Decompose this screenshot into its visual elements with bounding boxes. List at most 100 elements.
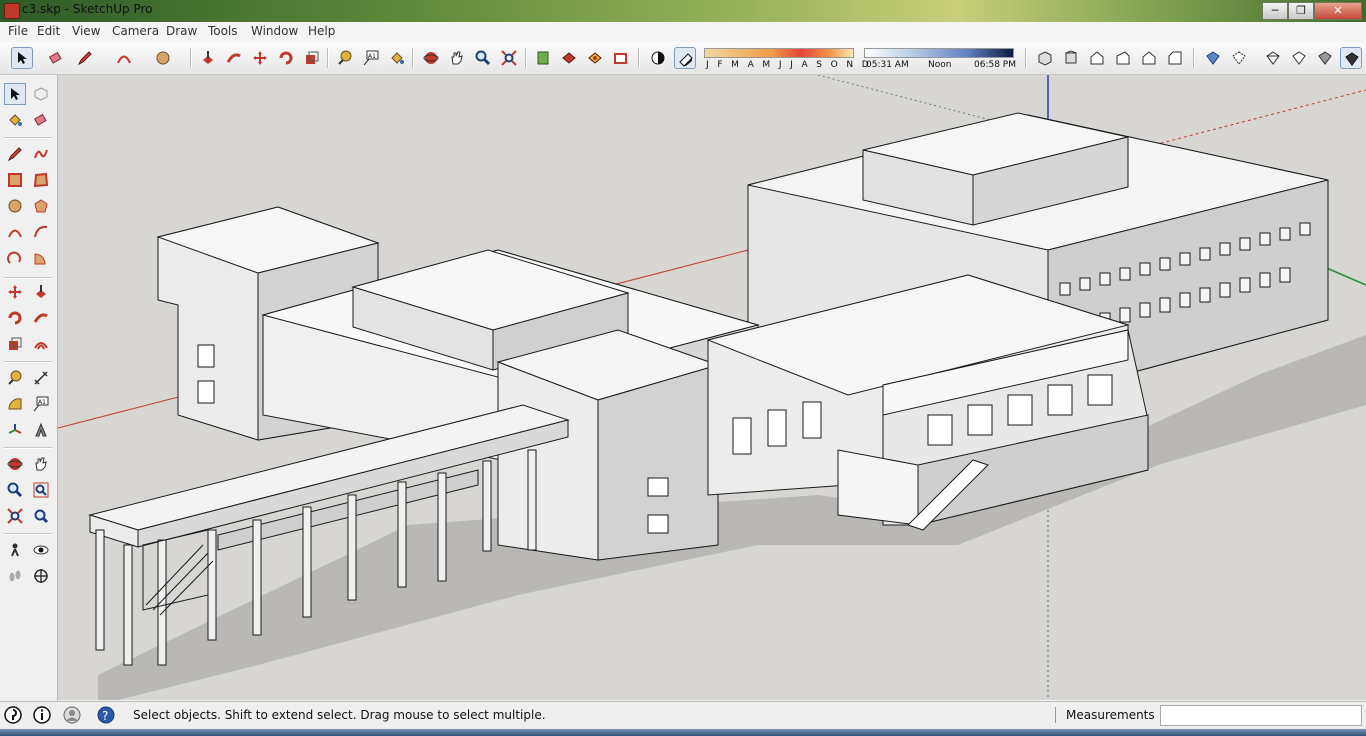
polygon-tool[interactable] (30, 195, 52, 217)
rotate-tool-button[interactable] (275, 47, 297, 69)
main-toolbar: A1 J F M A M J J A S O N D 05:31 AM Noon… (0, 42, 1366, 75)
scale-tool[interactable] (4, 333, 26, 355)
follow-me-tool[interactable] (30, 307, 52, 329)
wireframe-style-button[interactable] (1262, 47, 1284, 69)
monochrome-style-button[interactable] (1340, 47, 1362, 69)
rectangle-tool[interactable] (4, 169, 26, 191)
dimension-tool[interactable] (30, 367, 52, 389)
section-plane-tool[interactable] (30, 565, 52, 587)
paint-bucket-tool[interactable] (4, 109, 26, 131)
follow-me-tool-button[interactable] (223, 47, 245, 69)
previous-view-icon (34, 509, 49, 524)
paint-bucket-tool-button[interactable] (386, 47, 408, 69)
two-point-arc-tool[interactable] (30, 221, 52, 243)
menu-window[interactable]: Window (251, 24, 298, 38)
axes-tool[interactable] (4, 419, 26, 441)
back-edges-style-button[interactable] (1228, 47, 1250, 69)
shaded-style-button[interactable] (1314, 47, 1336, 69)
xray-style-button[interactable] (1202, 47, 1224, 69)
push-pull-tool[interactable] (30, 281, 52, 303)
text-label-icon: A1 (33, 396, 49, 412)
zoom-window-tool[interactable] (30, 479, 52, 501)
toolbar-separator (4, 137, 52, 139)
tape-measure-tool[interactable] (4, 367, 26, 389)
extension-warehouse-button[interactable] (610, 47, 632, 69)
scale-tool-button[interactable] (301, 47, 323, 69)
time-slider-track[interactable] (864, 48, 1014, 58)
tape-measure-tool-button[interactable] (334, 47, 356, 69)
menu-file[interactable]: File (8, 24, 28, 38)
pencil-tool-button[interactable] (74, 47, 96, 69)
zoom-extents-tool-button[interactable] (498, 47, 520, 69)
model-canvas[interactable] (58, 75, 1366, 700)
circle-tool-button[interactable] (152, 47, 174, 69)
orbit-tool-button[interactable] (420, 47, 442, 69)
look-around-tool[interactable] (30, 539, 52, 561)
move-tool[interactable] (4, 281, 26, 303)
zoom-tool[interactable] (4, 479, 26, 501)
model-viewport[interactable] (58, 75, 1366, 700)
get-models-button[interactable] (532, 47, 554, 69)
menu-tools[interactable]: Tools (208, 24, 238, 38)
menu-help[interactable]: Help (308, 24, 335, 38)
push-pull-tool-button[interactable] (197, 47, 219, 69)
credits-icon[interactable] (33, 706, 51, 724)
eye-icon (33, 545, 49, 555)
move-tool-button[interactable] (249, 47, 271, 69)
rotate-tool[interactable] (4, 307, 26, 329)
pie-tool[interactable] (30, 247, 52, 269)
eraser-tool[interactable] (30, 109, 52, 131)
geolocation-icon[interactable] (4, 706, 22, 724)
pan-tool[interactable] (30, 453, 52, 475)
circle-tool[interactable] (4, 195, 26, 217)
tape-measure-icon (8, 370, 22, 385)
date-slider-track[interactable] (704, 48, 854, 58)
orbit-tool[interactable] (4, 453, 26, 475)
arc-tool-button[interactable] (113, 47, 135, 69)
maximize-button[interactable]: ❐ (1288, 2, 1314, 20)
make-component-tool[interactable] (30, 83, 52, 105)
offset-tool[interactable] (30, 333, 52, 355)
3d-text-tool[interactable] (30, 419, 52, 441)
hidden-line-style-button[interactable] (1288, 47, 1310, 69)
text-tool[interactable]: A1 (30, 393, 52, 415)
zoom-extents-tool[interactable] (4, 505, 26, 527)
select-tool-button[interactable] (11, 47, 33, 69)
previous-view-tool[interactable] (30, 505, 52, 527)
close-button[interactable]: ✕ (1314, 2, 1362, 20)
text-tool-button[interactable]: A1 (360, 47, 382, 69)
left-view-button[interactable] (1164, 47, 1186, 69)
fog-toggle-button[interactable] (647, 47, 669, 69)
right-view-button[interactable] (1112, 47, 1134, 69)
eraser-tool-button[interactable] (45, 47, 67, 69)
top-view-button[interactable] (1060, 47, 1082, 69)
measurements-input[interactable] (1160, 705, 1362, 726)
share-component-button[interactable] (584, 47, 606, 69)
user-account-icon[interactable] (63, 706, 81, 724)
shadow-date-slider[interactable]: J F M A M J J A S O N D (704, 46, 869, 72)
minimize-button[interactable]: ─ (1262, 2, 1288, 20)
rotated-rectangle-tool[interactable] (30, 169, 52, 191)
select-tool[interactable] (4, 83, 26, 105)
iso-view-button[interactable] (1034, 47, 1056, 69)
menu-draw[interactable]: Draw (166, 24, 197, 38)
back-view-button[interactable] (1138, 47, 1160, 69)
front-view-button[interactable] (1086, 47, 1108, 69)
three-point-arc-tool[interactable] (4, 247, 26, 269)
pan-tool-button[interactable] (446, 47, 468, 69)
push-pull-icon (36, 285, 46, 298)
share-model-button[interactable] (558, 47, 580, 69)
protractor-tool[interactable] (4, 393, 26, 415)
shadow-time-slider[interactable]: 05:31 AM Noon 06:58 PM (864, 46, 1016, 72)
instructor-help-icon[interactable]: ? (97, 706, 115, 724)
freehand-tool[interactable] (30, 143, 52, 165)
walk-tool[interactable] (4, 565, 26, 587)
zoom-tool-button[interactable] (472, 47, 494, 69)
position-camera-tool[interactable] (4, 539, 26, 561)
arc-tool[interactable] (4, 221, 26, 243)
menu-view[interactable]: View (72, 24, 100, 38)
shadows-toggle-button[interactable] (674, 47, 696, 69)
menu-edit[interactable]: Edit (37, 24, 60, 38)
line-tool[interactable] (4, 143, 26, 165)
menu-camera[interactable]: Camera (112, 24, 159, 38)
